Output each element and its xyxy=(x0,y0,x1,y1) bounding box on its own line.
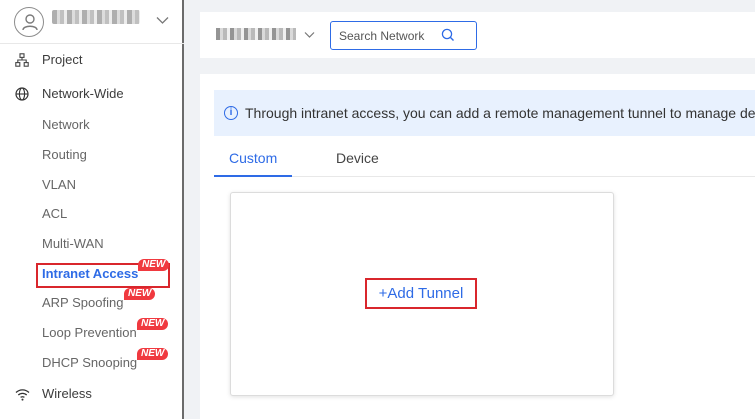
tab-custom[interactable]: Custom xyxy=(229,149,277,167)
sidebar-item-routing[interactable]: Routing xyxy=(42,146,87,164)
tab-device[interactable]: Device xyxy=(336,149,379,167)
new-badge: NEW xyxy=(137,318,169,330)
info-icon: i xyxy=(224,106,238,120)
sidebar-item-label: Wireless xyxy=(42,386,92,401)
sidebar: Project Network-Wide Network Routing VLA… xyxy=(0,0,184,419)
user-name-blurred xyxy=(52,10,140,24)
info-banner: i Through intranet access, you can add a… xyxy=(214,90,755,136)
sidebar-item-vlan[interactable]: VLAN xyxy=(42,176,76,194)
sidebar-item-multi-wan[interactable]: Multi-WAN xyxy=(42,235,104,253)
search-box[interactable] xyxy=(330,21,477,50)
search-icon[interactable] xyxy=(440,27,456,43)
sidebar-item-network[interactable]: Network xyxy=(42,116,90,134)
chevron-down-icon[interactable] xyxy=(304,28,315,41)
avatar[interactable] xyxy=(14,7,44,37)
sidebar-item-acl[interactable]: ACL xyxy=(42,205,67,223)
sidebar-item-network-wide[interactable]: Network-Wide xyxy=(0,82,182,106)
sidebar-item-dhcp-snooping[interactable]: DHCP Snooping xyxy=(42,354,137,372)
user-menu[interactable] xyxy=(0,0,184,44)
add-tunnel-button[interactable]: +Add Tunnel xyxy=(365,278,477,309)
sidebar-item-arp-spoofing[interactable]: ARP Spoofing xyxy=(42,294,123,312)
sidebar-item-label: Project xyxy=(42,52,83,67)
sidebar-item-loop-prevention[interactable]: Loop Prevention xyxy=(42,324,137,342)
globe-icon xyxy=(14,87,30,101)
sidebar-item-project[interactable]: Project xyxy=(0,48,182,72)
sidebar-item-label: Network-Wide xyxy=(42,86,124,101)
tab-bar: Custom Device xyxy=(214,140,755,177)
user-icon xyxy=(22,14,38,31)
search-input[interactable] xyxy=(339,28,439,44)
info-text: Through intranet access, you can add a r… xyxy=(245,105,755,121)
tunnel-card: +Add Tunnel xyxy=(230,192,614,396)
sitemap-icon xyxy=(14,53,30,67)
network-selector-blurred[interactable] xyxy=(216,28,296,40)
new-badge: NEW xyxy=(137,348,169,360)
chevron-down-icon[interactable] xyxy=(156,14,169,27)
active-tab-indicator xyxy=(214,175,292,177)
wifi-icon xyxy=(14,387,30,401)
new-badge: NEW xyxy=(138,259,170,271)
sidebar-item-wireless[interactable]: Wireless xyxy=(0,382,182,406)
main-panel: i Through intranet access, you can add a… xyxy=(200,74,755,419)
new-badge: NEW xyxy=(124,288,156,300)
sidebar-item-intranet-access[interactable]: Intranet Access xyxy=(42,265,138,283)
top-bar xyxy=(200,12,755,58)
